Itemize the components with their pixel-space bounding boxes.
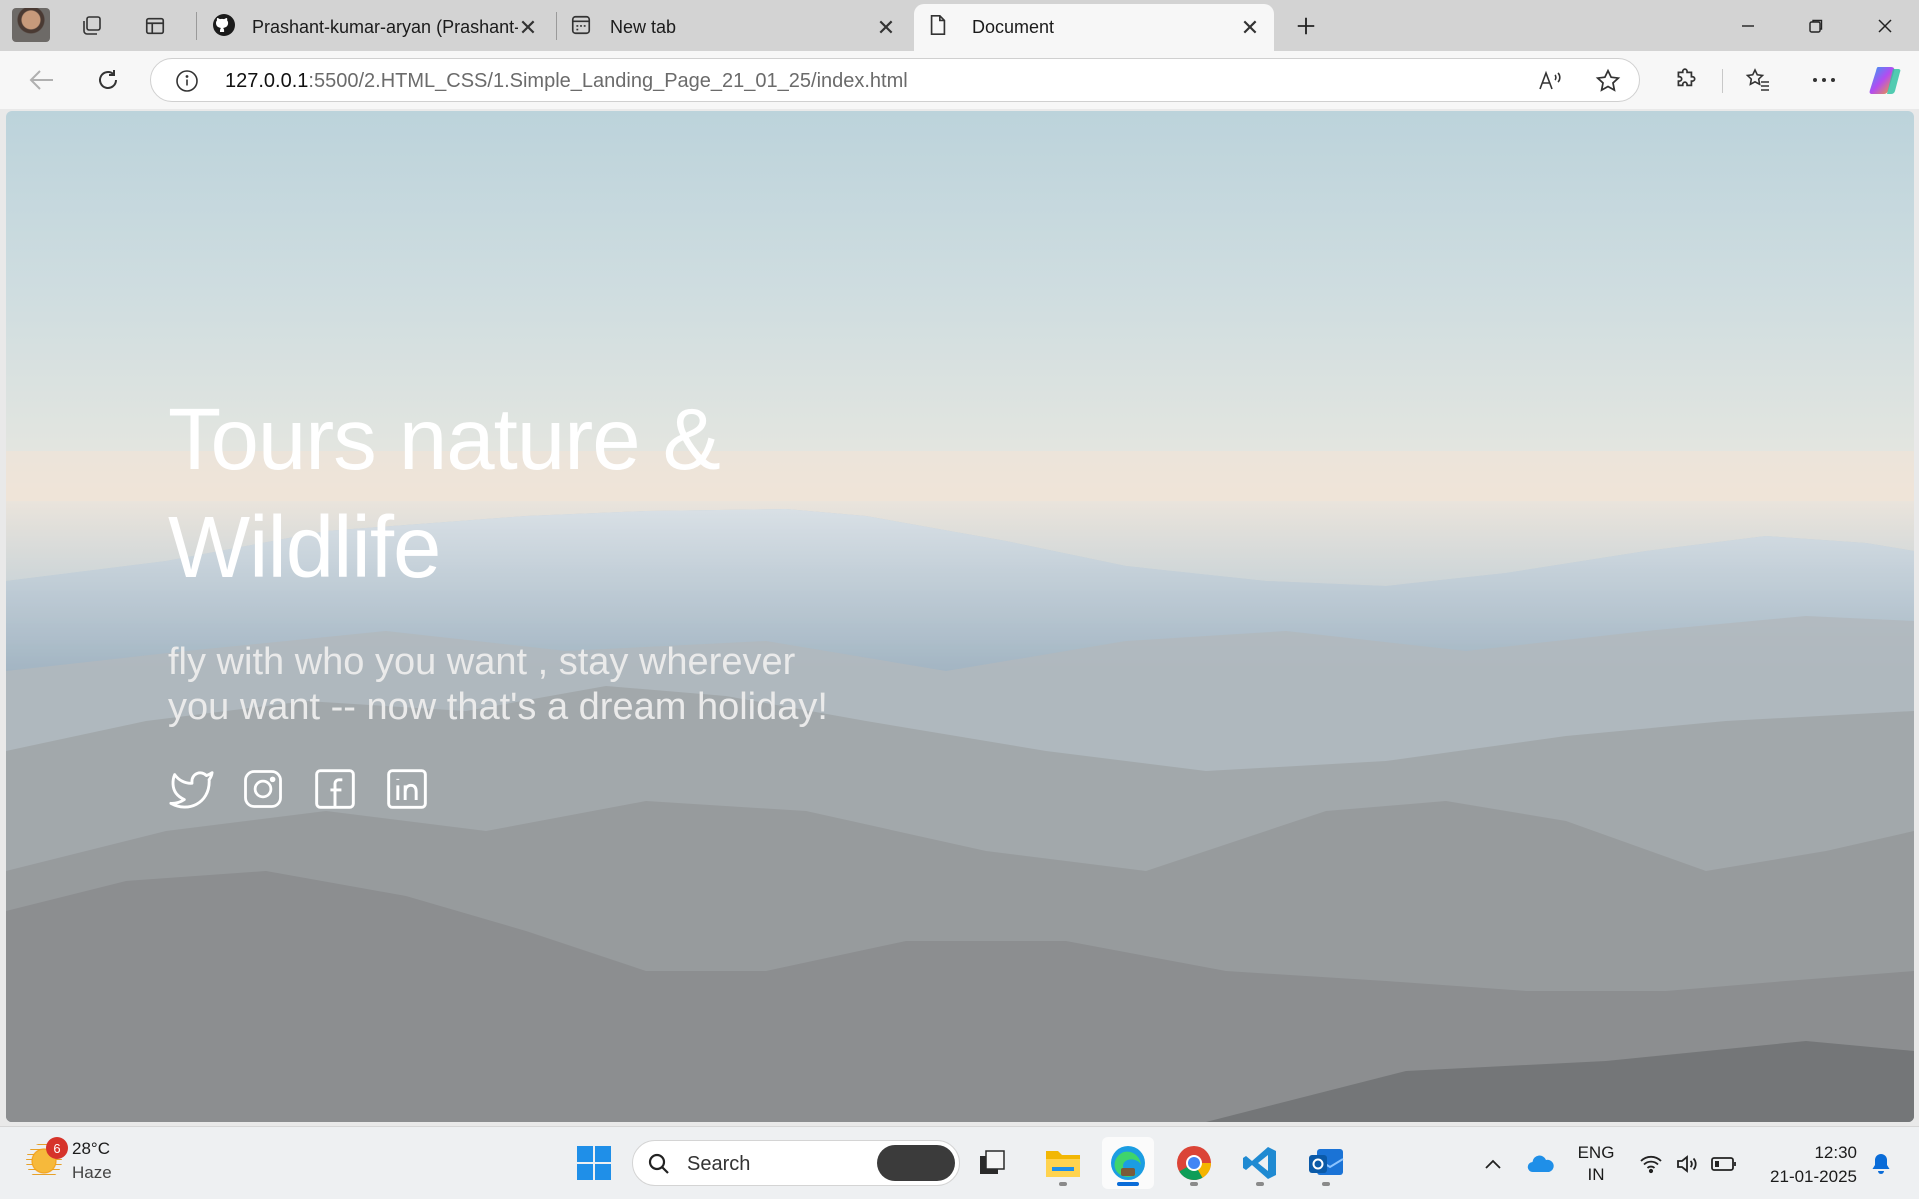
refresh-button[interactable] [88,60,128,100]
address-bar[interactable]: 127.0.0.1:5500/2.HTML_CSS/1.Simple_Landi… [150,58,1640,102]
weather-widget[interactable]: 6 28°C Haze [26,1137,112,1185]
favorites-icon[interactable] [1738,60,1778,100]
close-icon[interactable]: ✕ [876,15,896,41]
hero-section: Tours nature & Wildlife fly with who you… [168,386,848,812]
clock-time: 12:30 [1814,1143,1857,1162]
profile-avatar[interactable] [12,8,50,42]
vscode-taskbar-button[interactable] [1234,1137,1286,1189]
search-icon [647,1152,671,1181]
haze-weather-icon: 6 [26,1137,68,1179]
search-placeholder: Search [687,1153,751,1175]
volume-icon[interactable] [1672,1127,1702,1199]
tab-new-tab[interactable]: New tab ✕ [556,4,910,51]
instagram-icon[interactable] [240,766,286,812]
back-button[interactable] [22,60,62,100]
twitter-icon[interactable] [168,766,214,812]
tab-title: New tab [610,17,677,37]
page-viewport: Tours nature & Wildlife fly with who you… [6,111,1914,1122]
start-button[interactable] [568,1137,620,1189]
close-window-button[interactable] [1851,0,1919,51]
tab-title: Prashant-kumar-aryan (Prashant-k [252,17,518,37]
url-text[interactable]: 127.0.0.1:5500/2.HTML_CSS/1.Simple_Landi… [225,70,908,93]
more-options-icon[interactable] [1804,60,1844,100]
new-tab-page-icon [570,14,596,41]
task-view-button[interactable] [966,1137,1018,1189]
tab-github[interactable]: Prashant-kumar-aryan (Prashant-k ✕ [198,4,552,51]
site-info-icon[interactable] [175,69,199,93]
windows-taskbar: 6 28°C Haze Search ENG IN 12:30 21-01-20… [0,1126,1919,1199]
chrome-taskbar-button[interactable] [1168,1137,1220,1189]
show-hidden-icons-button[interactable] [1478,1127,1508,1199]
social-links [168,766,848,812]
system-clock[interactable]: 12:30 21-01-2025 [1770,1141,1857,1189]
close-icon[interactable]: ✕ [518,15,538,41]
hero-subtitle: fly with who you want , stay wherever yo… [168,641,828,728]
hero-title-line-1: Tours nature & [168,391,721,488]
search-highlight-image [877,1145,955,1181]
language-code: ENG [1577,1142,1615,1162]
copilot-icon[interactable] [1866,60,1906,100]
browser-toolbar: 127.0.0.1:5500/2.HTML_CSS/1.Simple_Landi… [0,51,1919,109]
notifications-bell-icon[interactable] [1864,1127,1898,1199]
language-indicator[interactable]: ENG IN [1572,1127,1620,1199]
battery-icon[interactable] [1708,1127,1740,1199]
extensions-icon[interactable] [1666,60,1706,100]
tab-title: Document [972,17,1055,37]
hero-title-line-2: Wildlife [168,499,441,596]
facebook-icon[interactable] [312,766,358,812]
wifi-icon[interactable] [1636,1127,1666,1199]
region-code: IN [1587,1164,1605,1184]
favorite-star-icon[interactable] [1595,68,1621,94]
notification-badge: 6 [46,1137,68,1159]
github-icon [212,13,238,42]
minimize-button[interactable] [1714,0,1782,51]
taskbar-search[interactable]: Search [632,1140,960,1186]
restore-button[interactable] [1782,0,1850,51]
tab-document[interactable]: Document ✕ [914,4,1274,51]
onedrive-icon[interactable] [1524,1127,1558,1199]
document-icon [928,14,954,41]
new-tab-button[interactable] [1292,12,1320,40]
browser-tab-strip: Prashant-kumar-aryan (Prashant-k ✕ New t… [0,0,1919,51]
weather-temperature: 28°C [72,1139,110,1158]
file-explorer-button[interactable] [1037,1137,1089,1189]
weather-condition: Haze [72,1163,112,1182]
vertical-tabs-icon[interactable] [141,12,169,40]
edge-taskbar-button[interactable] [1102,1137,1154,1189]
linkedin-icon[interactable] [384,766,430,812]
close-icon[interactable]: ✕ [1240,15,1260,41]
workspaces-icon[interactable] [78,12,106,40]
read-aloud-icon[interactable] [1537,68,1563,94]
outlook-taskbar-button[interactable] [1300,1137,1352,1189]
clock-date: 21-01-2025 [1770,1167,1857,1186]
hero-title: Tours nature & Wildlife [168,386,848,602]
